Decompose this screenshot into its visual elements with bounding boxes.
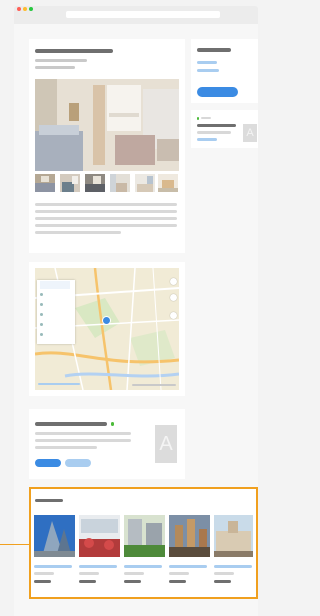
zoom-out-icon[interactable] xyxy=(170,294,177,301)
photo-thumbnail[interactable] xyxy=(110,174,130,192)
recommendation-photo[interactable] xyxy=(34,515,75,557)
book-button[interactable] xyxy=(197,87,238,97)
zoom-in-icon[interactable] xyxy=(170,278,177,285)
recommendation-detail xyxy=(124,572,144,575)
recommendation-photo[interactable] xyxy=(124,515,165,557)
listing-title xyxy=(35,49,113,53)
map-attribution xyxy=(132,384,176,386)
recommendation-name[interactable] xyxy=(34,565,72,568)
listing-meta xyxy=(35,66,75,69)
host-info-line xyxy=(35,439,131,442)
recommendation-detail xyxy=(34,572,54,575)
host-online-indicator xyxy=(197,117,199,120)
recommendation-price xyxy=(169,580,186,583)
description-line xyxy=(35,231,121,234)
booking-link[interactable] xyxy=(197,61,217,64)
description-line xyxy=(35,224,177,227)
recommendation-detail xyxy=(214,572,234,575)
recommendations-title xyxy=(35,499,63,502)
map-filter-panel xyxy=(37,280,75,344)
recommendation-name[interactable] xyxy=(124,565,162,568)
map-pin-icon[interactable] xyxy=(102,316,111,325)
recommendation-photo[interactable] xyxy=(214,515,253,557)
map-filter-header[interactable] xyxy=(40,281,70,289)
avatar-placeholder-icon: A xyxy=(243,124,257,142)
recommendation-name[interactable] xyxy=(79,565,117,568)
booking-link[interactable] xyxy=(197,69,219,72)
host-name xyxy=(197,124,236,127)
description-line xyxy=(35,203,177,206)
photo-thumbnail[interactable] xyxy=(35,174,55,192)
recommendation-photo[interactable] xyxy=(79,515,120,557)
recommendation-price xyxy=(214,580,231,583)
host-link[interactable] xyxy=(197,138,217,141)
recommendation-detail xyxy=(79,572,99,575)
host-info-line xyxy=(35,446,97,449)
host-detail xyxy=(197,131,231,134)
recommendation-name[interactable] xyxy=(214,565,252,568)
recommendation-name[interactable] xyxy=(169,565,207,568)
listing-subtitle xyxy=(35,59,87,62)
map-filter-item[interactable] xyxy=(40,301,70,309)
recommendation-price xyxy=(34,580,51,583)
host-info-line xyxy=(35,432,131,435)
photo-thumbnail[interactable] xyxy=(85,174,105,192)
description-line xyxy=(35,210,177,213)
address-bar[interactable] xyxy=(66,11,220,18)
screenshot: A A xyxy=(0,0,260,616)
host-info-title xyxy=(35,422,107,426)
recommendation-price xyxy=(124,580,141,583)
map-filter-item[interactable] xyxy=(40,291,70,299)
photo-thumbnail[interactable] xyxy=(135,174,155,192)
recommendation-detail xyxy=(169,572,189,575)
photo-thumbnail[interactable] xyxy=(60,174,80,192)
avatar-placeholder-icon: A xyxy=(155,425,177,463)
description-line xyxy=(35,217,177,220)
map-filter-item[interactable] xyxy=(40,321,70,329)
host-info-status xyxy=(111,422,114,426)
map-filter-item[interactable] xyxy=(40,311,70,319)
listing-main-photo[interactable] xyxy=(35,79,179,171)
contact-host-button[interactable] xyxy=(35,459,61,467)
photo-thumbnail[interactable] xyxy=(158,174,178,192)
host-label xyxy=(201,117,211,119)
recommendation-price xyxy=(79,580,96,583)
minimize-window-icon[interactable] xyxy=(23,7,27,11)
price-label xyxy=(197,48,231,52)
host-secondary-button[interactable] xyxy=(65,459,91,467)
recommendation-photo[interactable] xyxy=(169,515,210,557)
map-link[interactable] xyxy=(38,383,80,385)
callout-leader-line xyxy=(0,544,29,545)
close-window-icon[interactable] xyxy=(17,7,21,11)
map-filter-item[interactable] xyxy=(40,331,70,339)
pencil-icon[interactable] xyxy=(170,312,177,319)
maximize-window-icon[interactable] xyxy=(29,7,33,11)
